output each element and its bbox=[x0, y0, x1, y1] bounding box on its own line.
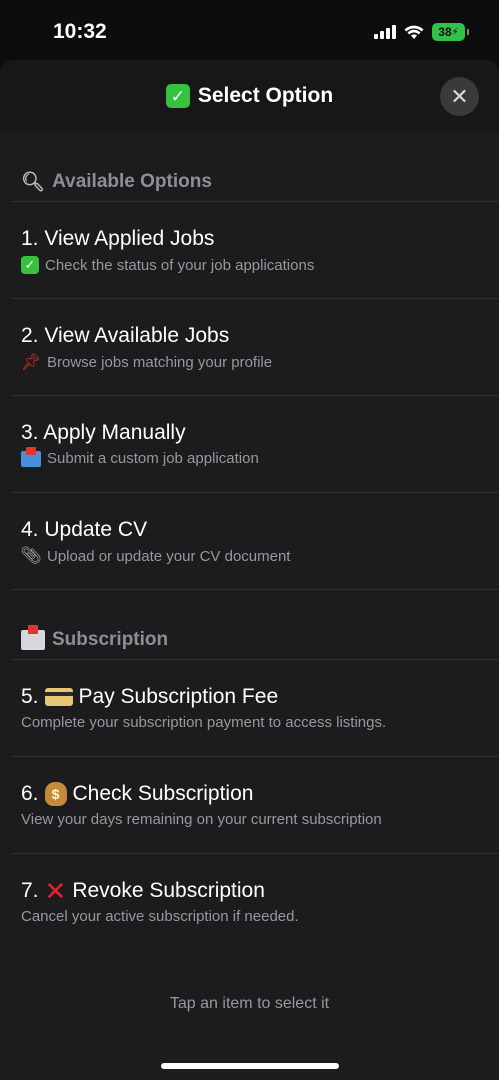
item-title-row: 5. Pay Subscription Fee bbox=[21, 684, 499, 710]
item-title: 3. Apply Manually bbox=[21, 421, 186, 444]
pushpin-icon: 📌︎ bbox=[20, 354, 42, 371]
item-subtitle: Submit a custom job application bbox=[47, 450, 259, 467]
item-subtitle-row: 📎︎ Upload or update your CV document bbox=[20, 546, 499, 565]
list-item-view-applied-jobs[interactable]: 1. View Applied Jobs ✓ Check the status … bbox=[11, 202, 499, 299]
battery-icon: 38 ⚡ bbox=[432, 23, 469, 41]
cross-mark-icon: ✕ bbox=[44, 876, 67, 906]
item-subtitle: Cancel your active subscription if neede… bbox=[21, 908, 299, 925]
paperclip-icon: 📎︎ bbox=[20, 546, 42, 565]
magnifier-icon: 🔍︎ bbox=[21, 171, 46, 193]
close-icon: ✕ bbox=[450, 83, 469, 109]
item-number: 5. bbox=[21, 685, 39, 708]
inbox-tray-icon bbox=[21, 446, 41, 467]
check-box-icon: ✓ bbox=[21, 256, 39, 274]
wifi-icon bbox=[404, 25, 424, 39]
item-title: Revoke Subscription bbox=[72, 879, 265, 902]
money-bag-icon: $ bbox=[44, 782, 67, 806]
footer-hint: Tap an item to select it bbox=[169, 995, 330, 1012]
item-title: 2. View Available Jobs bbox=[21, 324, 230, 347]
options-sheet: ✓ Select Option ✕ 🔍︎ Available Options 1… bbox=[0, 60, 499, 1080]
close-button[interactable]: ✕ bbox=[440, 77, 479, 116]
item-subtitle: Upload or update your CV document bbox=[47, 547, 291, 565]
item-subtitle: Complete your subscription payment to ac… bbox=[21, 714, 387, 731]
list-item-revoke-subscription[interactable]: 7. ✕ Revoke Subscription Cancel your act… bbox=[11, 854, 499, 951]
list-item-apply-manually[interactable]: 3. Apply Manually Submit a custom job ap… bbox=[11, 396, 499, 493]
envelope-arrow-icon bbox=[21, 624, 45, 650]
sheet-header: ✓ Select Option ✕ bbox=[0, 60, 499, 132]
item-title-row: 7. ✕ Revoke Subscription bbox=[21, 878, 499, 904]
list-item-update-cv[interactable]: 4. Update CV 📎︎ Upload or update your CV… bbox=[11, 493, 499, 590]
item-title: Pay Subscription Fee bbox=[78, 685, 279, 708]
list-item-view-available-jobs[interactable]: 2. View Available Jobs 📌︎ Browse jobs ma… bbox=[11, 299, 499, 396]
list-item-pay-subscription-fee[interactable]: 5. Pay Subscription Fee Complete your su… bbox=[11, 660, 499, 757]
credit-card-icon bbox=[44, 688, 73, 706]
section-header-subscription: Subscription bbox=[11, 620, 499, 660]
section-header-available-options: 🔍︎ Available Options bbox=[11, 162, 499, 202]
item-subtitle: View your days remaining on your current… bbox=[21, 811, 382, 828]
item-title: 1. View Applied Jobs bbox=[21, 227, 215, 250]
item-title-row: 6. $ Check Subscription bbox=[21, 781, 499, 807]
section-header-label: Subscription bbox=[52, 628, 169, 650]
sheet-title: ✓ Select Option bbox=[165, 84, 334, 108]
item-subtitle: Browse jobs matching your profile bbox=[47, 353, 273, 371]
check-mark-icon: ✓ bbox=[165, 84, 190, 108]
item-number: 6. bbox=[21, 782, 39, 805]
status-icons: 38 ⚡ bbox=[374, 23, 469, 41]
item-number: 7. bbox=[21, 879, 39, 902]
item-title: Check Subscription bbox=[72, 782, 254, 805]
cellular-signal-icon bbox=[374, 25, 396, 39]
item-subtitle-row: 📌︎ Browse jobs matching your profile bbox=[20, 353, 499, 372]
item-subtitle-row: Submit a custom job application bbox=[21, 446, 499, 467]
status-time: 10:32 bbox=[53, 20, 107, 43]
item-subtitle-row: ✓ Check the status of your job applicati… bbox=[21, 256, 499, 274]
home-indicator[interactable] bbox=[161, 1063, 339, 1069]
item-title: 4. Update CV bbox=[21, 518, 148, 541]
section-header-label: Available Options bbox=[52, 170, 212, 192]
status-bar: 10:32 38 ⚡ bbox=[0, 0, 499, 60]
list-item-check-subscription[interactable]: 6. $ Check Subscription View your days r… bbox=[11, 757, 499, 854]
sheet-title-text: Select Option bbox=[197, 84, 334, 107]
battery-level: 38 bbox=[438, 25, 452, 39]
item-subtitle: Check the status of your job application… bbox=[45, 256, 315, 274]
